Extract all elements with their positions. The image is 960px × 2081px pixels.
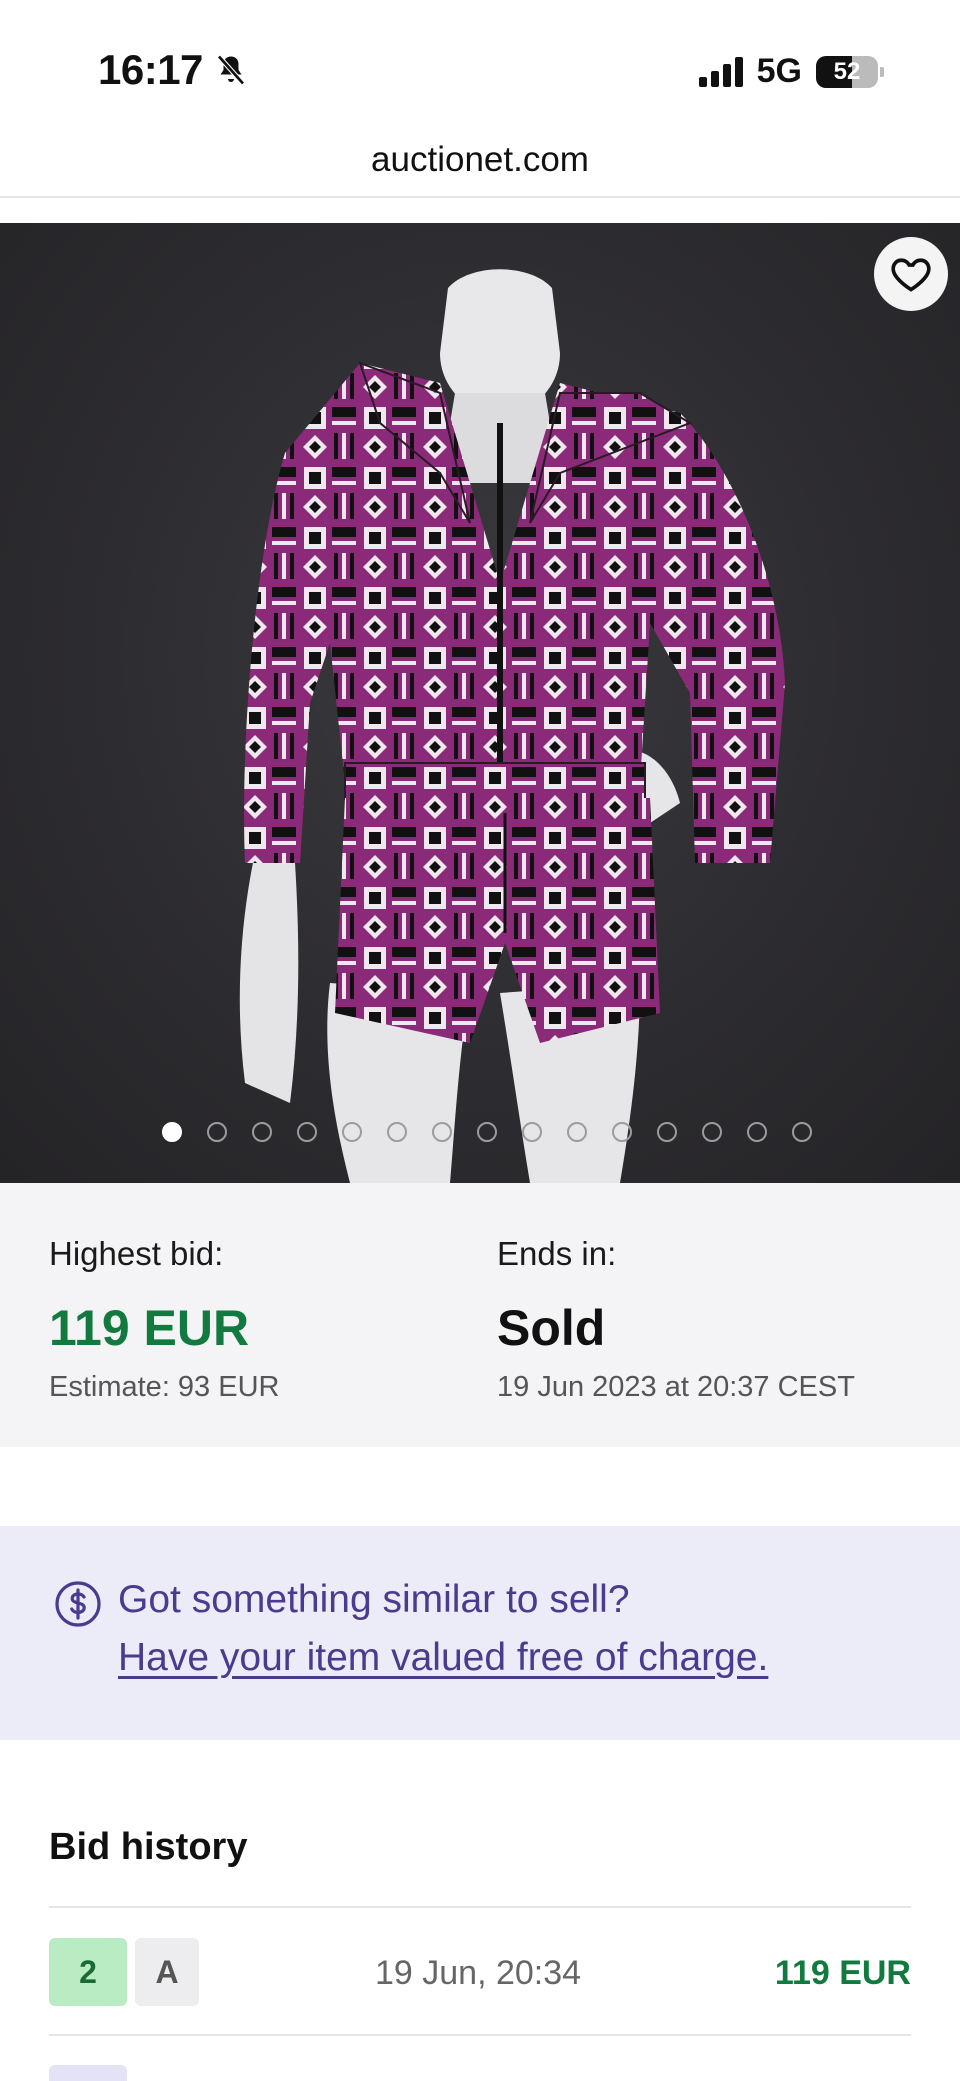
bid-summary: Highest bid: 119 EUR Estimate: 93 EUR En… [0, 1183, 960, 1447]
bid-number-badge [49, 2065, 127, 2081]
valuation-link[interactable]: Have your item valued free of charge. [118, 1636, 768, 1680]
dollar-circle-icon [55, 1581, 101, 1627]
product-image [239, 269, 786, 1183]
signal-bars-icon [698, 56, 743, 87]
battery-icon: 52 [816, 55, 884, 88]
status-bar: 16:17 5G 52 [0, 0, 960, 130]
carousel-dot[interactable] [297, 1122, 317, 1142]
ends-in-block: Ends in: Sold 19 Jun 2023 at 20:37 CEST [497, 1235, 855, 1404]
network-type: 5G [756, 52, 802, 90]
carousel-dot[interactable] [747, 1122, 767, 1142]
carousel-dot[interactable] [252, 1122, 272, 1142]
carousel-dot[interactable] [207, 1122, 227, 1142]
product-image-carousel[interactable] [0, 223, 960, 1183]
end-date: 19 Jun 2023 at 20:37 CEST [497, 1371, 855, 1403]
bell-slash-icon [217, 54, 245, 86]
carousel-dot[interactable] [477, 1122, 497, 1142]
estimate-text: Estimate: 93 EUR [49, 1371, 280, 1403]
bid-amount: 119 EUR [774, 1954, 911, 1992]
bid-history-title: Bid history [49, 1826, 248, 1868]
clock: 16:17 [98, 46, 203, 93]
bid-time: 19 Jun, 20:34 [375, 1954, 582, 1992]
address-bar[interactable]: auctionet.com [0, 130, 960, 198]
highest-bid-value: 119 EUR [49, 1300, 250, 1356]
carousel-pagination[interactable] [162, 1122, 812, 1142]
carousel-dot[interactable] [612, 1122, 632, 1142]
status-time: 16:17 [98, 46, 249, 94]
bid-number-badge: 2 [49, 1938, 127, 2006]
divider [49, 2034, 911, 2036]
bidder-badge: A [135, 1938, 199, 2006]
auction-status: Sold [497, 1300, 606, 1356]
sell-banner: Got something similar to sell? Have your… [0, 1526, 960, 1740]
ends-in-label: Ends in: [497, 1235, 617, 1272]
carousel-dot[interactable] [792, 1122, 812, 1142]
favorite-button[interactable] [874, 237, 948, 311]
highest-bid-label: Highest bid: [49, 1235, 224, 1272]
carousel-dot[interactable] [342, 1122, 362, 1142]
highest-bid-block: Highest bid: 119 EUR Estimate: 93 EUR [49, 1235, 279, 1404]
carousel-dot[interactable] [162, 1122, 182, 1142]
heart-icon [891, 258, 931, 292]
carousel-dot[interactable] [522, 1122, 542, 1142]
carousel-dot[interactable] [657, 1122, 677, 1142]
carousel-dot[interactable] [567, 1122, 587, 1142]
battery-level: 52 [833, 57, 861, 85]
sell-banner-title: Got something similar to sell? [118, 1578, 630, 1621]
carousel-dot[interactable] [387, 1122, 407, 1142]
carousel-dot[interactable] [432, 1122, 452, 1142]
bid-history-row: 2 A 19 Jun, 20:34 119 EUR [49, 1908, 911, 2034]
carousel-dot[interactable] [702, 1122, 722, 1142]
